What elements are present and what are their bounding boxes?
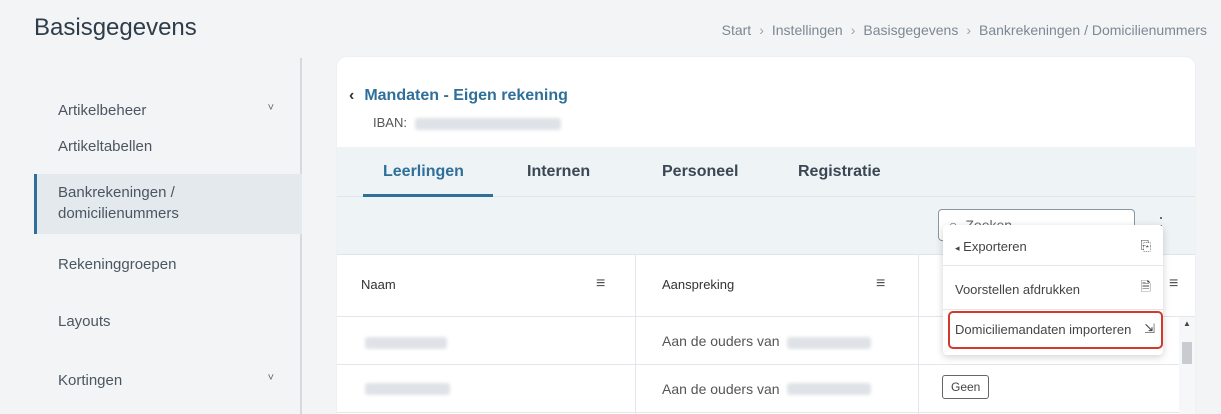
page-title: Basisgegevens	[34, 14, 197, 41]
caret-left-icon: ◂	[955, 242, 960, 253]
menu-item-voorstellen-afdrukken[interactable]: Voorstellen afdrukken 🗎	[943, 275, 1163, 303]
aanspreking-cell: Aan de ouders van	[662, 333, 780, 349]
scroll-up-icon[interactable]: ▲	[1183, 319, 1191, 328]
breadcrumb-separator-icon: ›	[850, 22, 856, 38]
breadcrumb-basisgegevens[interactable]: Basisgegevens	[863, 22, 958, 38]
column-menu-icon[interactable]: ≡	[596, 275, 605, 293]
aanspreking-cell: Aan de ouders van	[662, 381, 780, 397]
sidebar-item-artikelbeheer[interactable]: Artikelbeheer ˅	[34, 102, 302, 119]
sidebar-item-label: Layouts	[58, 313, 111, 330]
menu-item-label: Voorstellen afdrukken	[955, 281, 1081, 297]
column-menu-icon[interactable]: ≡	[876, 275, 885, 293]
back-button[interactable]: ‹ Mandaten - Eigen rekening	[349, 87, 568, 105]
aanspreking-name-redacted	[787, 383, 871, 395]
chevron-left-icon: ‹	[349, 87, 355, 104]
breadcrumb-instellingen[interactable]: Instellingen	[772, 22, 843, 38]
breadcrumb-start[interactable]: Start	[722, 22, 752, 38]
breadcrumb-separator-icon: ›	[966, 22, 971, 38]
highlight-box	[948, 311, 1163, 349]
breadcrumb-separator-icon: ›	[759, 22, 764, 38]
vertical-scrollbar[interactable]: ▲	[1179, 317, 1195, 414]
chevron-down-icon: ˅	[267, 102, 274, 114]
column-menu-icon[interactable]: ≡	[1169, 275, 1178, 293]
sidebar-item-layouts[interactable]: Layouts	[34, 313, 302, 330]
sidebar-item-rekeninggroepen[interactable]: Rekeninggroepen	[34, 256, 302, 273]
sidebar-item-label: Rekeninggroepen	[58, 256, 177, 273]
breadcrumb-current: Bankrekeningen / Domicilienummers	[979, 22, 1207, 38]
tabs-bar: Leerlingen Internen Personeel Registrati…	[337, 147, 1195, 197]
scrollbar-thumb[interactable]	[1182, 342, 1192, 364]
menu-item-label: Exporteren	[963, 238, 1027, 254]
tab-leerlingen[interactable]: Leerlingen	[383, 163, 464, 181]
pdf-icon: 🗎	[1140, 279, 1151, 294]
sidebar-item-label: Kortingen	[58, 372, 123, 389]
back-title: Mandaten - Eigen rekening	[364, 87, 568, 104]
sidebar-item-label: Artikelbeheer	[58, 102, 147, 119]
sidebar-item-kortingen[interactable]: Kortingen ˅	[34, 372, 302, 389]
breadcrumb: Start › Instellingen › Basisgegevens › B…	[722, 22, 1207, 38]
sidebar-item-label: Artikeltabellen	[58, 138, 153, 155]
sidebar-item-label: Bankrekeningen / domicilienummers	[58, 182, 179, 234]
tab-personeel[interactable]: Personeel	[662, 163, 738, 181]
table-row[interactable]: Aan de ouders van Geen	[337, 365, 1179, 413]
tab-registratie[interactable]: Registratie	[798, 163, 881, 181]
iban-field: IBAN:	[373, 115, 561, 130]
menu-divider	[943, 265, 1163, 266]
export-icon: ⎘	[1140, 238, 1151, 253]
menu-item-exporteren[interactable]: ◂ Exporteren ⎘	[943, 235, 1163, 257]
sidebar-item-bankrekeningen[interactable]: Bankrekeningen / domicilienummers	[34, 174, 302, 234]
naam-redacted	[365, 337, 447, 349]
aanspreking-name-redacted	[787, 337, 871, 349]
sidebar-item-label-line2: domicilienummers	[58, 205, 179, 222]
naam-redacted	[365, 383, 450, 395]
column-header-aanspreking[interactable]: Aanspreking	[662, 277, 734, 292]
iban-value-redacted	[414, 117, 561, 130]
status-badge[interactable]: Geen	[942, 375, 990, 399]
chevron-down-icon: ˅	[267, 372, 274, 384]
sidebar-item-artikeltabellen[interactable]: Artikeltabellen	[34, 138, 302, 155]
iban-label: IBAN:	[373, 115, 407, 130]
tab-internen[interactable]: Internen	[527, 163, 590, 181]
menu-divider	[943, 309, 1163, 310]
sidebar-item-label-line1: Bankrekeningen /	[58, 184, 175, 201]
column-header-naam[interactable]: Naam	[361, 277, 396, 292]
card-header: ‹ Mandaten - Eigen rekening IBAN:	[337, 57, 1195, 147]
